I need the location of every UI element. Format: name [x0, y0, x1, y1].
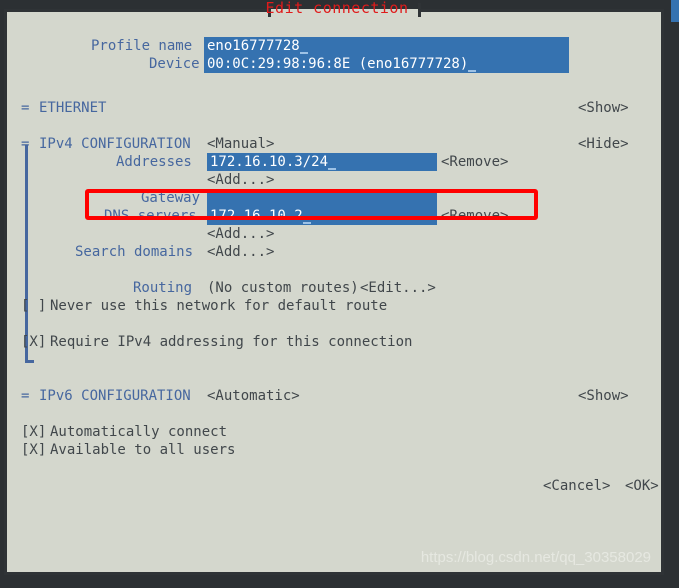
available-all-users-checkbox[interactable]: [X] [21, 442, 46, 458]
terminal-screen: Edit connection Profile name eno16777728… [0, 0, 679, 588]
search-domains-label: Search domains [75, 244, 194, 260]
ipv4-section-title: IPv4 CONFIGURATION [39, 136, 191, 152]
ipv4-method-select[interactable]: <Manual> [207, 136, 274, 152]
profile-name-value: eno16777728 [207, 38, 300, 54]
ethernet-expander-icon[interactable]: = [21, 100, 29, 116]
routing-value: (No custom routes) [207, 280, 359, 296]
ipv4-hide-toggle[interactable]: <Hide> [578, 136, 629, 152]
require-ipv4-checkbox[interactable]: [X] [21, 334, 46, 350]
ok-button[interactable]: <OK> [625, 478, 659, 494]
text-cursor [302, 209, 311, 224]
ipv4-tree-foot [25, 360, 34, 363]
profile-name-label: Profile name [91, 38, 193, 54]
dns-servers-label: DNS servers [104, 208, 197, 224]
ipv6-method-select[interactable]: <Automatic> [207, 388, 300, 404]
gateway-input[interactable] [207, 189, 437, 207]
device-label: Device [149, 56, 200, 72]
text-cursor [328, 155, 337, 170]
addresses-input[interactable]: 172.16.10.3/24 [207, 153, 437, 171]
ipv4-tree-line [25, 145, 28, 363]
addresses-value: 172.16.10.3/24 [210, 154, 329, 170]
ipv6-expander-icon[interactable]: = [21, 388, 29, 404]
routing-label: Routing [133, 280, 193, 296]
device-input[interactable]: 00:0C:29:98:96:8E (eno16777728) [204, 55, 569, 73]
watermark-text: https://blog.csdn.net/qq_30358029 [420, 549, 651, 566]
terminal-scrollbar-track[interactable] [671, 0, 679, 588]
ipv6-show-toggle[interactable]: <Show> [578, 388, 629, 404]
routing-edit-button[interactable]: <Edit...> [360, 280, 436, 296]
auto-connect-checkbox[interactable]: [X] [21, 424, 46, 440]
require-ipv4-label[interactable]: Require IPv4 addressing for this connect… [50, 334, 412, 350]
cancel-button[interactable]: <Cancel> [543, 478, 610, 494]
never-default-route-checkbox[interactable]: [ ] [21, 298, 46, 314]
auto-connect-label[interactable]: Automatically connect [50, 424, 227, 440]
text-cursor [299, 39, 308, 54]
gateway-label: Gateway [141, 190, 201, 206]
addresses-remove-button[interactable]: <Remove> [441, 154, 508, 170]
available-all-users-label[interactable]: Available to all users [50, 442, 235, 458]
addresses-add-button[interactable]: <Add...> [207, 172, 274, 188]
ethernet-section-title: ETHERNET [39, 100, 107, 116]
dns-servers-remove-button[interactable]: <Remove> [441, 208, 508, 224]
search-domains-add-button[interactable]: <Add...> [207, 244, 274, 260]
ipv6-section-title: IPv6 CONFIGURATION [39, 388, 191, 404]
edit-connection-dialog: Edit connection Profile name eno16777728… [4, 0, 664, 575]
dns-servers-value: 172.16.10.2 [210, 208, 303, 224]
text-cursor [468, 57, 477, 72]
terminal-scrollbar-thumb[interactable] [671, 0, 679, 22]
never-default-route-label[interactable]: Never use this network for default route [50, 298, 387, 314]
device-value: 00:0C:29:98:96:8E (eno16777728) [207, 56, 469, 72]
addresses-label: Addresses [116, 154, 192, 170]
dialog-title: Edit connection [265, 0, 409, 17]
ethernet-show-toggle[interactable]: <Show> [578, 100, 629, 116]
dns-servers-input[interactable]: 172.16.10.2 [207, 207, 437, 225]
profile-name-input[interactable]: eno16777728 [204, 37, 569, 55]
dns-servers-add-button[interactable]: <Add...> [207, 226, 274, 242]
